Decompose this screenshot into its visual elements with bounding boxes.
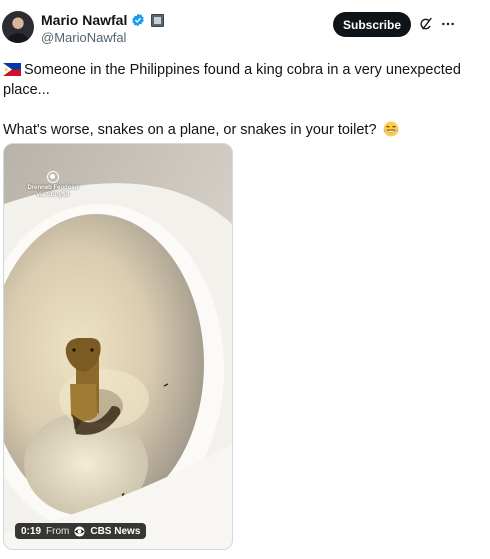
- tweet-header: Mario Nawfal @MarioNawfal Subscribe: [0, 0, 490, 54]
- tweet-paragraph-2: What's worse, snakes on a plane, or snak…: [3, 120, 478, 140]
- video-thumbnail: [4, 144, 232, 549]
- display-name[interactable]: Mario Nawfal: [41, 12, 127, 28]
- affiliate-badge-icon: [151, 13, 165, 27]
- watermark-line-1: Drenneb Feodoso: [27, 185, 79, 191]
- philippines-flag-icon: [3, 63, 21, 76]
- grok-icon[interactable]: [418, 16, 434, 32]
- watermark-line-2: via Storyful: [36, 192, 70, 198]
- tweet-text: Someone in the Philippines found a king …: [3, 60, 478, 140]
- tweet-paragraph-1: Someone in the Philippines found a king …: [3, 60, 478, 100]
- tweet-paragraph-2-text: What's worse, snakes on a plane, or snak…: [3, 122, 377, 138]
- handle[interactable]: @MarioNawfal: [41, 30, 126, 45]
- video-source[interactable]: CBS News: [90, 526, 140, 537]
- tweet-paragraph-1-text: Someone in the Philippines found a king …: [3, 62, 461, 98]
- storyful-logo-icon: [47, 171, 59, 183]
- from-label: From: [46, 525, 70, 537]
- avatar[interactable]: [2, 11, 34, 43]
- name-row: Mario Nawfal: [41, 12, 165, 28]
- laughing-emoji-icon: [383, 121, 399, 137]
- more-icon[interactable]: [440, 16, 456, 32]
- verified-badge-icon: [132, 13, 145, 27]
- video-watermark: Drenneb Feodoso via Storyful: [18, 171, 88, 199]
- video-duration: 0:19: [21, 525, 42, 537]
- subscribe-button[interactable]: Subscribe: [333, 12, 411, 37]
- video-info-badge: 0:19 From CBS News: [15, 523, 147, 539]
- video-media[interactable]: Drenneb Feodoso via Storyful 0:19 From C…: [3, 143, 233, 550]
- cbs-eye-icon: [74, 525, 85, 537]
